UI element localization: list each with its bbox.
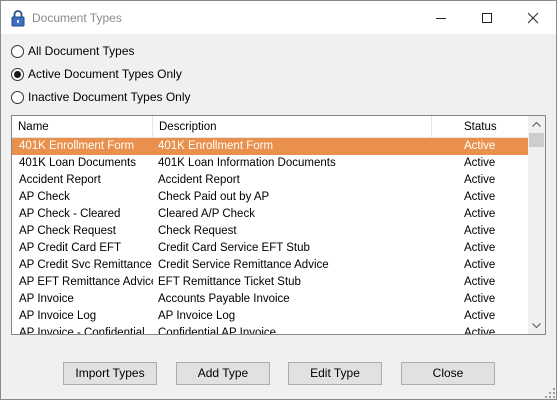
radio-label: All Document Types (28, 44, 135, 58)
radio-inactive-types[interactable]: Inactive Document Types Only (11, 89, 191, 105)
table-row[interactable]: AP Invoice Log AP Invoice Log Active (12, 308, 528, 325)
maximize-button[interactable] (464, 1, 510, 34)
table-row[interactable]: AP Invoice Accounts Payable Invoice Acti… (12, 291, 528, 308)
cell-status: Active (464, 174, 496, 186)
scroll-down-button[interactable] (528, 317, 545, 334)
window-title: Document Types (32, 11, 122, 25)
cell-status: Active (464, 140, 496, 152)
resize-grip-icon[interactable] (544, 387, 556, 399)
maximize-icon (482, 13, 492, 23)
cell-description: Accident Report (158, 174, 240, 186)
lock-icon (11, 9, 25, 27)
cell-name: 401K Enrollment Form (19, 140, 135, 152)
cell-description: EFT Remittance Ticket Stub (158, 276, 301, 288)
cell-name: Accident Report (19, 174, 101, 186)
cell-status: Active (464, 191, 496, 203)
column-header-name[interactable]: Name (12, 116, 153, 138)
cell-description: Cleared A/P Check (158, 208, 255, 220)
cell-status: Active (464, 208, 496, 220)
cell-status: Active (464, 310, 496, 322)
cell-status: Active (464, 259, 496, 271)
cell-name: AP Check - Cleared (19, 208, 121, 220)
table-row[interactable]: AP Check Request Check Request Active (12, 223, 528, 240)
table-row[interactable]: AP Invoice - Confidential Confidential A… (12, 325, 528, 335)
table-row[interactable]: AP Check Check Paid out by AP Active (12, 189, 528, 206)
cell-name: AP Invoice Log (19, 310, 97, 322)
cell-name: AP Invoice - Confidential (19, 327, 145, 335)
cell-name: 401K Loan Documents (19, 157, 136, 169)
cell-status: Active (464, 225, 496, 237)
column-header-description[interactable]: Description (153, 116, 432, 138)
table-row[interactable]: Accident Report Accident Report Active (12, 172, 528, 189)
list-rows: 401K Enrollment Form 401K Enrollment For… (12, 138, 528, 335)
cell-name: AP Check (19, 191, 70, 203)
cell-description: Credit Service Remittance Advice (158, 259, 329, 271)
document-types-list[interactable]: Name Description Status 401K Enrollment … (11, 115, 546, 335)
radio-label: Active Document Types Only (28, 67, 182, 81)
radio-button[interactable] (11, 67, 24, 81)
cell-description: 401K Loan Information Documents (158, 157, 336, 169)
cell-name: AP Check Request (19, 225, 116, 237)
cell-status: Active (464, 327, 496, 335)
import-types-button[interactable]: Import Types (63, 362, 157, 385)
cell-description: Confidential AP Invoice (158, 327, 277, 335)
cell-name: AP EFT Remittance Advice (19, 276, 153, 288)
radio-active-types[interactable]: Active Document Types Only (11, 66, 182, 82)
column-header-status[interactable]: Status (432, 116, 528, 138)
minimize-icon (436, 18, 446, 19)
radio-label: Inactive Document Types Only (28, 90, 191, 104)
radio-button[interactable] (11, 90, 24, 104)
table-row[interactable]: 401K Loan Documents 401K Loan Informatio… (12, 155, 528, 172)
close-icon (527, 12, 539, 24)
cell-description: Check Request (158, 225, 237, 237)
cell-status: Active (464, 242, 496, 254)
table-row[interactable]: AP Check - Cleared Cleared A/P Check Act… (12, 206, 528, 223)
table-row[interactable]: AP Credit Card EFT Credit Card Service E… (12, 240, 528, 257)
minimize-button[interactable] (418, 1, 464, 34)
title-bar[interactable]: Document Types (1, 1, 556, 34)
cell-description: AP Invoice Log (158, 310, 236, 322)
radio-all-types[interactable]: All Document Types (11, 43, 135, 59)
add-type-button[interactable]: Add Type (176, 362, 270, 385)
close-button[interactable]: Close (401, 362, 495, 385)
close-window-button[interactable] (510, 1, 556, 34)
cell-name: AP Credit Card EFT (19, 242, 122, 254)
document-types-window: Document Types All Document Types Active… (0, 0, 557, 400)
vertical-scrollbar[interactable] (528, 116, 545, 334)
cell-description: Credit Card Service EFT Stub (158, 242, 310, 254)
list-header: Name Description Status (12, 116, 528, 138)
cell-name: AP Credit Svc Remittance (19, 259, 152, 271)
cell-status: Active (464, 276, 496, 288)
scrollbar-thumb[interactable] (529, 133, 544, 147)
cell-status: Active (464, 157, 496, 169)
table-row[interactable]: AP EFT Remittance Advice EFT Remittance … (12, 274, 528, 291)
scroll-up-button[interactable] (528, 116, 545, 133)
chevron-down-icon (532, 323, 541, 328)
cell-name: AP Invoice (19, 293, 74, 305)
cell-description: Accounts Payable Invoice (158, 293, 290, 305)
cell-status: Active (464, 293, 496, 305)
chevron-up-icon (532, 122, 541, 127)
table-row[interactable]: 401K Enrollment Form 401K Enrollment For… (12, 138, 528, 155)
cell-description: 401K Enrollment Form (158, 140, 274, 152)
radio-button[interactable] (11, 44, 24, 58)
cell-description: Check Paid out by AP (158, 191, 270, 203)
edit-type-button[interactable]: Edit Type (288, 362, 382, 385)
table-row[interactable]: AP Credit Svc Remittance Credit Service … (12, 257, 528, 274)
